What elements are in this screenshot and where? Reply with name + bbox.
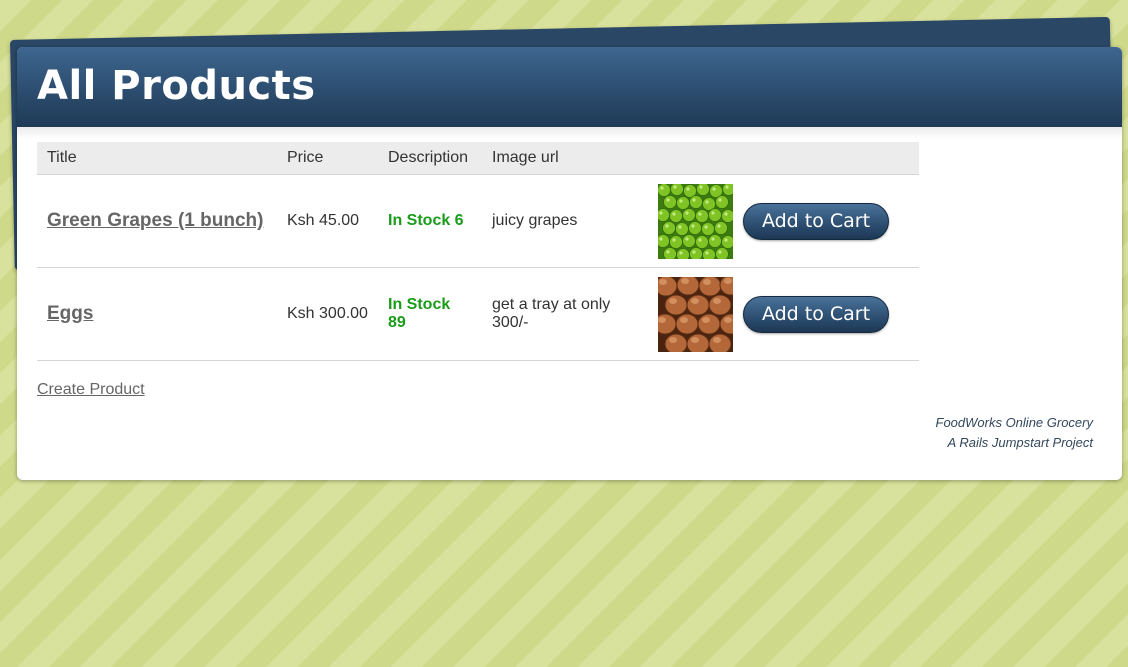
cell-image xyxy=(658,267,733,361)
table-header-row: Title Price Description Image url xyxy=(37,142,919,175)
brown-eggs-image xyxy=(658,276,733,352)
table-row: Eggs Ksh 300.00 In Stock 89 get a tray a… xyxy=(37,267,919,361)
cell-image xyxy=(658,174,733,268)
footer-line-project: A Rails Jumpstart Project xyxy=(947,435,1093,450)
cell-title: Eggs xyxy=(37,267,277,361)
cell-stock: In Stock 89 xyxy=(378,267,482,361)
products-table: Title Price Description Image url Green … xyxy=(37,142,919,361)
header-price: Price xyxy=(277,142,378,175)
cell-price: Ksh 45.00 xyxy=(277,174,378,268)
product-title-link[interactable]: Eggs xyxy=(47,303,93,324)
header-description: Description xyxy=(378,142,482,175)
cell-description: get a tray at only 300/- xyxy=(482,267,658,361)
create-product-link[interactable]: Create Product xyxy=(37,381,145,399)
page-title: All Products xyxy=(37,63,316,109)
cell-title: Green Grapes (1 bunch) xyxy=(37,174,277,268)
cell-description: juicy grapes xyxy=(482,174,658,268)
cell-stock: In Stock 6 xyxy=(378,174,482,268)
add-to-cart-button[interactable]: Add to Cart xyxy=(743,295,889,333)
main-card: All Products Title Price Description Ima… xyxy=(17,47,1122,480)
header-title: Title xyxy=(37,142,277,175)
products-section: Title Price Description Image url Green … xyxy=(37,142,919,361)
footer: FoodWorks Online Grocery A Rails Jumpsta… xyxy=(936,413,1094,453)
add-to-cart-button[interactable]: Add to Cart xyxy=(743,202,889,240)
page-header: All Products xyxy=(17,47,1122,139)
cell-action: Add to Cart xyxy=(733,174,919,268)
header-action xyxy=(733,142,919,175)
green-grapes-image xyxy=(658,183,733,259)
product-title-link[interactable]: Green Grapes (1 bunch) xyxy=(47,210,263,231)
stock-status: In Stock 6 xyxy=(388,212,464,229)
stock-status: In Stock 89 xyxy=(388,296,451,331)
header-image xyxy=(658,142,733,175)
footer-line-app-name: FoodWorks Online Grocery xyxy=(935,415,1094,430)
header-image-url: Image url xyxy=(482,142,658,175)
cell-price: Ksh 300.00 xyxy=(277,267,378,361)
cell-action: Add to Cart xyxy=(733,267,919,361)
table-row: Green Grapes (1 bunch) Ksh 45.00 In Stoc… xyxy=(37,174,919,268)
